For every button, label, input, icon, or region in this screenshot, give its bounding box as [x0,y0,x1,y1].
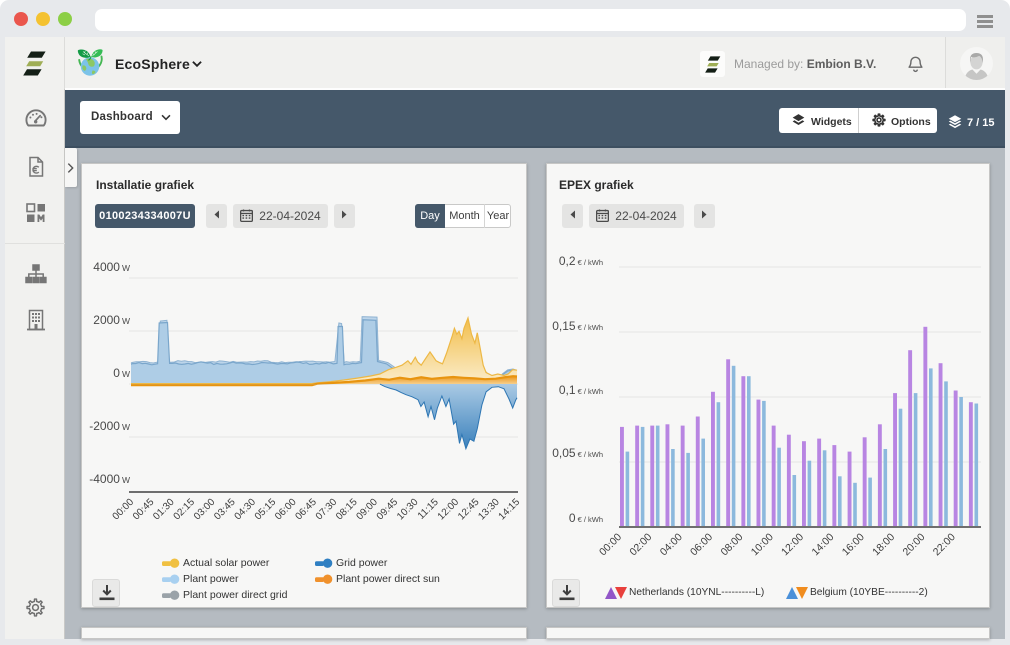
svg-text:09:00: 09:00 [354,497,380,523]
svg-text:-2000W: -2000W [89,419,130,433]
svg-text:0€ / kWh: 0€ / kWh [569,511,603,525]
svg-text:0W: 0W [113,366,130,380]
svg-text:12:00: 12:00 [779,531,806,558]
svg-text:2000W: 2000W [93,313,130,327]
svg-text:05:15: 05:15 [253,497,279,523]
svg-text:00:00: 00:00 [597,531,624,558]
svg-text:4000W: 4000W [93,260,130,274]
svg-text:04:00: 04:00 [658,531,685,558]
svg-text:13:30: 13:30 [476,497,502,523]
svg-text:00:00: 00:00 [111,497,137,523]
svg-text:06:45: 06:45 [293,497,319,523]
svg-text:02:00: 02:00 [627,531,654,558]
svg-text:14:00: 14:00 [809,531,836,558]
svg-text:09:45: 09:45 [375,497,401,523]
svg-text:18:00: 18:00 [870,531,897,558]
svg-text:01:30: 01:30 [151,497,177,523]
svg-text:0,05€ / kWh: 0,05€ / kWh [552,446,603,460]
svg-text:0,15€ / kWh: 0,15€ / kWh [552,319,603,333]
svg-text:16:00: 16:00 [840,531,867,558]
svg-text:10:00: 10:00 [749,531,776,558]
svg-text:08:15: 08:15 [334,497,360,523]
svg-text:06:00: 06:00 [273,497,299,523]
svg-text:0,1€ / kWh: 0,1€ / kWh [559,383,603,397]
svg-text:03:45: 03:45 [212,497,238,523]
svg-text:-4000W: -4000W [89,472,130,486]
svg-text:10:30: 10:30 [395,497,421,523]
svg-text:08:00: 08:00 [718,531,745,558]
svg-text:00:45: 00:45 [131,497,157,523]
svg-text:02:15: 02:15 [172,497,198,523]
svg-text:20:00: 20:00 [900,531,927,558]
svg-text:14:15: 14:15 [497,497,523,523]
svg-text:12:00: 12:00 [436,497,462,523]
svg-text:03:00: 03:00 [192,497,218,523]
svg-text:22:00: 22:00 [931,531,958,558]
svg-text:06:00: 06:00 [688,531,715,558]
svg-text:04:30: 04:30 [233,497,259,523]
svg-text:07:30: 07:30 [314,497,340,523]
svg-text:12:45: 12:45 [456,497,482,523]
svg-text:0,2€ / kWh: 0,2€ / kWh [559,254,603,268]
svg-text:11:15: 11:15 [416,497,441,522]
